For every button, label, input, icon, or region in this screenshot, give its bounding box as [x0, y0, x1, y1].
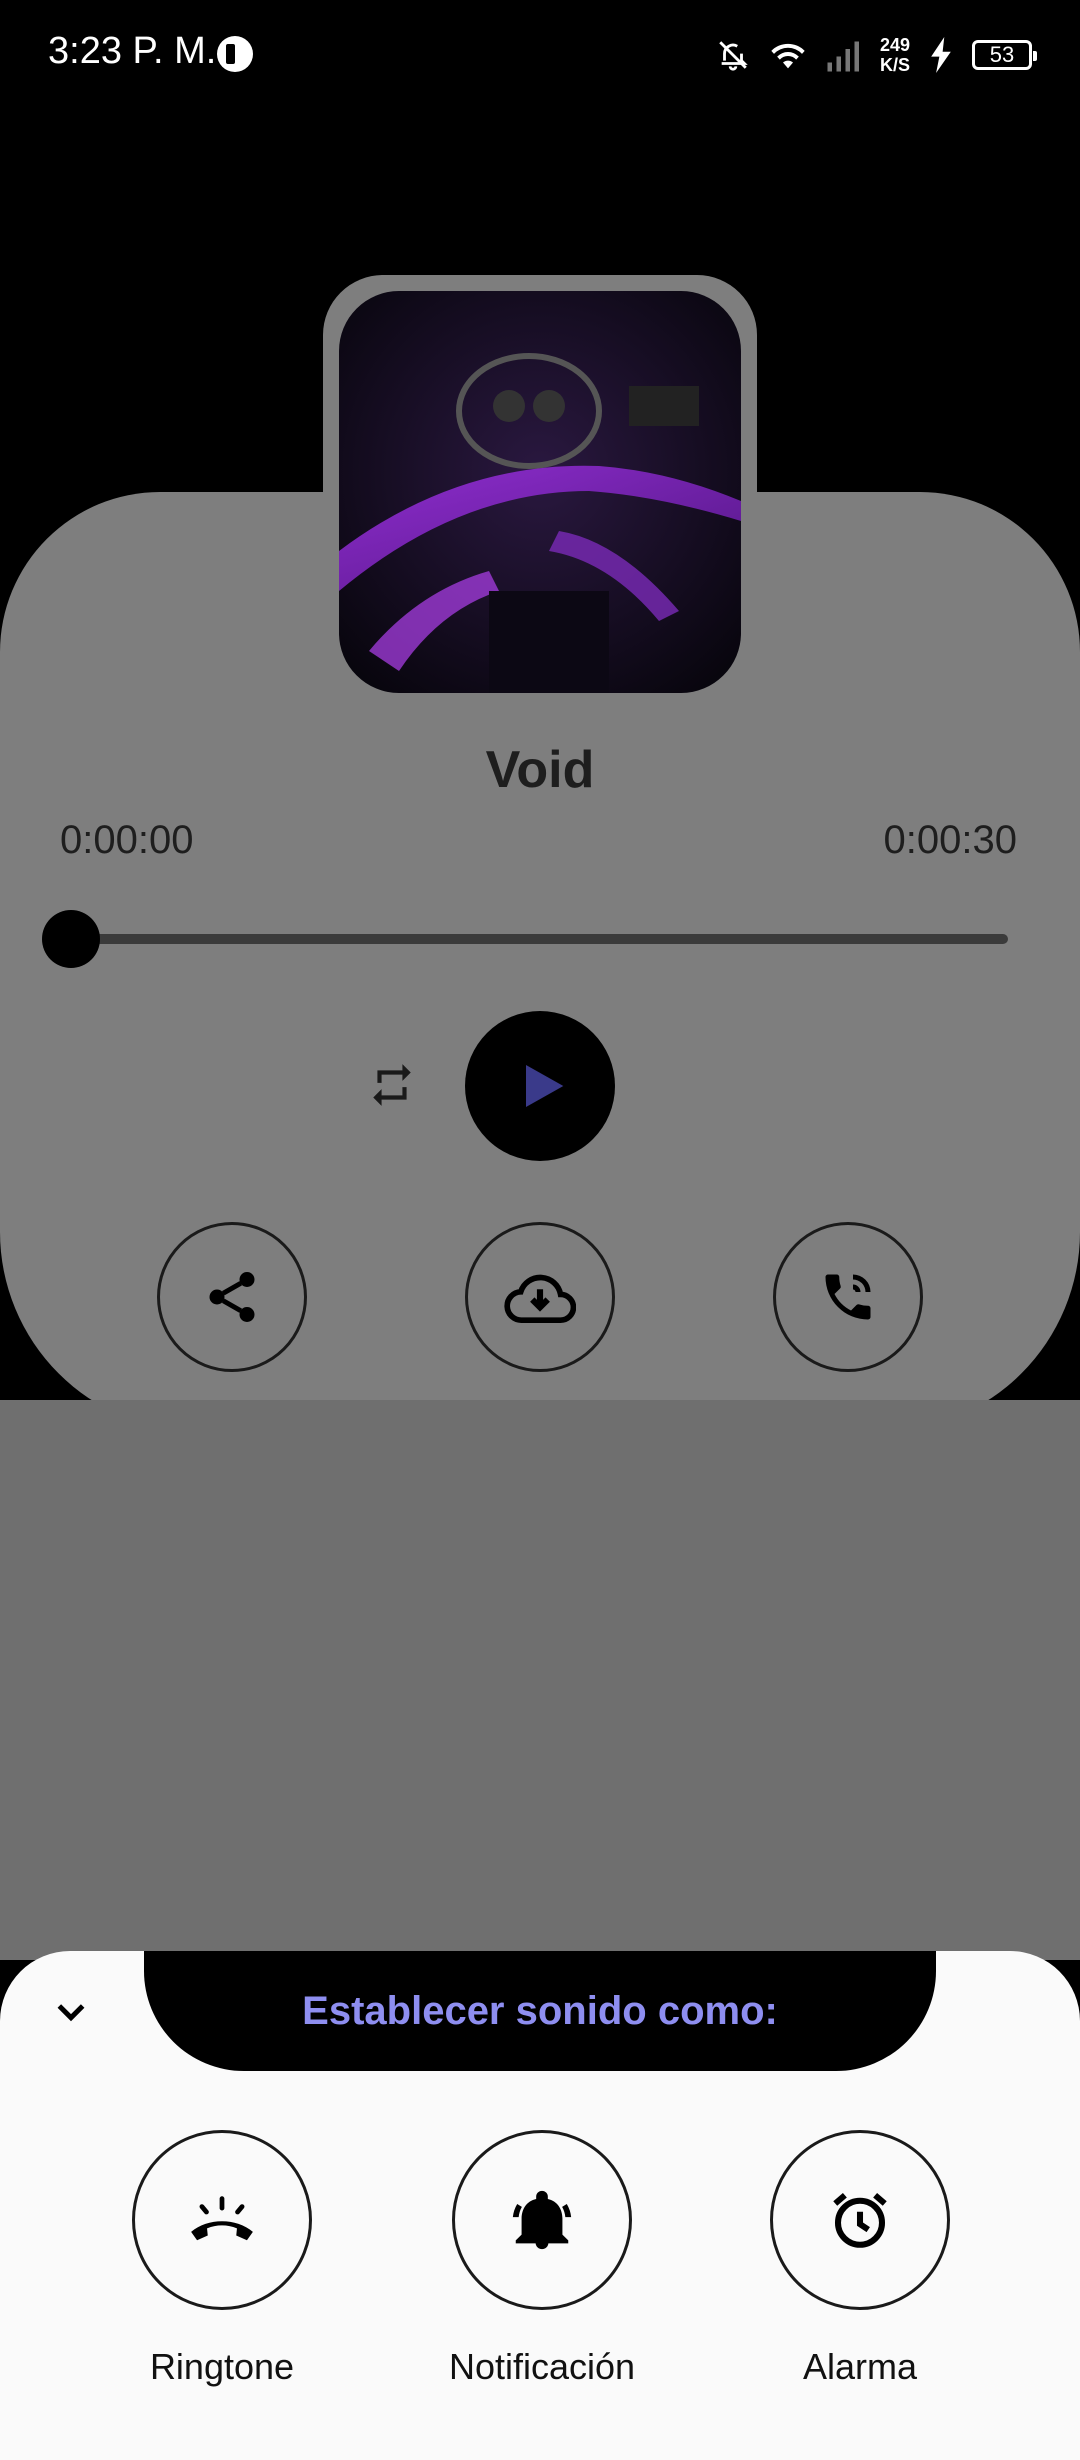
battery-indicator: 53 [972, 40, 1037, 70]
bell-off-icon [719, 41, 748, 71]
chevron-down-icon [57, 2004, 85, 2022]
repeat-icon [373, 1064, 411, 1106]
option-alarm[interactable]: Alarma [700, 2130, 1020, 2388]
play-button[interactable] [465, 1011, 615, 1161]
app-notification-icon [217, 36, 253, 72]
alarm-label: Alarma [802, 2346, 918, 2387]
notification-button[interactable] [452, 2130, 632, 2310]
status-bar: 3:23 P. M. 249 K/S 53 [0, 0, 1080, 110]
alarm-button[interactable] [770, 2130, 950, 2310]
cloud-download-icon [504, 1274, 576, 1323]
net-speed-value: 249 [879, 35, 910, 55]
wifi-icon [771, 43, 805, 69]
collapse-sheet-button[interactable] [45, 1985, 97, 2037]
current-time: 0:00:00 [60, 818, 194, 862]
album-cover-image [339, 291, 741, 693]
seek-bar[interactable] [70, 934, 1008, 944]
option-notification[interactable]: Notificación [382, 2130, 702, 2388]
track-title: Void [485, 741, 595, 799]
seek-thumb[interactable] [42, 910, 100, 968]
phone-ringing-icon [191, 2196, 253, 2241]
network-speed: 249 K/S [880, 35, 910, 75]
net-speed-unit: K/S [879, 55, 910, 75]
repeat-button[interactable] [362, 1055, 422, 1115]
bell-ringing-icon [512, 2190, 572, 2250]
ringtone-label: Ringtone [149, 2346, 295, 2387]
share-icon [209, 1272, 255, 1322]
status-indicators: 249 K/S 53 [716, 30, 1037, 80]
download-button[interactable] [465, 1222, 615, 1372]
share-button[interactable] [157, 1222, 307, 1372]
sheet-header: Establecer sonido como: [144, 1951, 936, 2071]
play-icon [526, 1065, 564, 1107]
charging-bolt-icon [931, 37, 951, 73]
sheet-title: Establecer sonido como: [302, 1988, 778, 2033]
option-ringtone[interactable]: Ringtone [62, 2130, 382, 2388]
alarm-clock-icon [833, 2192, 887, 2248]
set-contact-ringtone-button[interactable] [773, 1222, 923, 1372]
status-time: 3:23 P. M. [48, 30, 217, 72]
signal-icon [827, 41, 859, 72]
total-time: 0:00:30 [883, 818, 1017, 862]
notification-label: Notificación [448, 2346, 636, 2387]
dim-overlay[interactable] [0, 1400, 1080, 1960]
phone-in-talk-icon [825, 1274, 871, 1320]
ringtone-button[interactable] [132, 2130, 312, 2310]
